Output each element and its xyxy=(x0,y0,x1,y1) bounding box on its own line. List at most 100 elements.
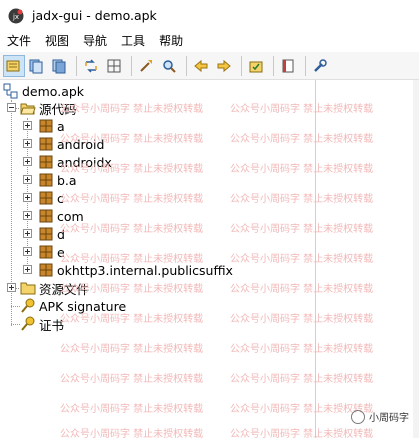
key-icon xyxy=(21,298,35,313)
package-label: com xyxy=(57,208,84,224)
vertical-scrollbar[interactable] xyxy=(413,80,419,438)
tree-connector xyxy=(11,306,20,307)
toolbar-separator xyxy=(186,55,187,76)
package-label: e xyxy=(57,244,65,260)
collapse-toggle[interactable] xyxy=(7,103,16,112)
source-folder-label: 源代码 xyxy=(39,101,77,117)
title-bar: jx jadx-gui - demo.apk xyxy=(0,0,419,31)
project-tree[interactable]: demo.apk 源代码 a android androidx b.a c com d e ok… xyxy=(0,80,316,438)
back-icon xyxy=(193,59,207,72)
tree-package[interactable]: android xyxy=(38,135,104,153)
tree-connector xyxy=(11,324,20,325)
expand-toggle[interactable] xyxy=(23,211,32,220)
package-label: d xyxy=(57,226,65,242)
svg-text:jx: jx xyxy=(12,13,19,21)
tree-certificate[interactable]: 证书 xyxy=(20,315,64,333)
folder-icon xyxy=(20,282,36,295)
deobfuscation-icon xyxy=(249,61,262,72)
toolbar-separator xyxy=(305,55,306,76)
menu-view[interactable]: 视图 xyxy=(38,31,76,52)
expand-toggle[interactable] xyxy=(23,265,32,274)
tree-source-folder[interactable]: 源代码 xyxy=(20,99,77,117)
save-all-icon xyxy=(52,59,65,73)
toolbar xyxy=(0,52,419,80)
package-icon xyxy=(39,155,53,169)
preferences-icon xyxy=(313,58,327,72)
search-text-button[interactable] xyxy=(136,55,158,77)
menu-bar: 文件 视图 导航 工具 帮助 xyxy=(0,31,419,52)
tree-root-apk[interactable]: demo.apk xyxy=(3,82,84,100)
tree-package[interactable]: b.a xyxy=(38,171,77,189)
package-label: a xyxy=(57,118,65,134)
tree-package[interactable]: a xyxy=(38,117,65,135)
expand-toggle[interactable] xyxy=(23,247,32,256)
tree-package[interactable]: androidx xyxy=(38,153,112,171)
expand-toggle[interactable] xyxy=(7,283,16,292)
search-text-icon xyxy=(139,59,152,72)
preferences-button[interactable] xyxy=(310,55,332,77)
package-label: okhttp3.internal.publicsuffix xyxy=(57,262,233,278)
open-file-button[interactable] xyxy=(26,55,48,77)
tree-connector xyxy=(11,100,12,326)
log-viewer-button[interactable] xyxy=(278,55,300,77)
certificate-label: 证书 xyxy=(39,317,65,333)
open-file-icon xyxy=(29,59,42,73)
watermark-account: 小周码字 xyxy=(369,413,409,424)
package-icon xyxy=(39,227,53,241)
menu-file[interactable]: 文件 xyxy=(0,31,38,52)
tree-apk-signature[interactable]: APK signature xyxy=(20,297,126,315)
package-label: androidx xyxy=(57,154,112,170)
toolbar-separator xyxy=(241,55,242,76)
find-class-icon xyxy=(162,59,176,73)
apk-root-icon xyxy=(3,83,18,99)
tree-package[interactable]: d xyxy=(38,225,65,243)
forward-icon xyxy=(217,59,231,72)
expand-toggle[interactable] xyxy=(23,121,32,130)
tree-package[interactable]: okhttp3.internal.publicsuffix xyxy=(38,261,233,279)
sync-tree-button[interactable] xyxy=(3,54,25,77)
expand-toggle[interactable] xyxy=(23,175,32,184)
editor-area xyxy=(317,80,419,438)
package-label: c xyxy=(57,190,64,206)
package-icon xyxy=(39,191,53,205)
menu-help[interactable]: 帮助 xyxy=(152,31,190,52)
package-icon xyxy=(39,245,53,259)
toolbar-separator xyxy=(273,55,274,76)
tree-package[interactable]: com xyxy=(38,207,84,225)
refresh-button[interactable] xyxy=(81,55,103,77)
forward-button[interactable] xyxy=(214,55,236,77)
package-icon xyxy=(39,119,53,133)
tree-package[interactable]: c xyxy=(38,189,64,207)
watermark-signature: 小周码字 xyxy=(351,409,409,424)
folder-open-icon xyxy=(20,103,36,115)
package-icon xyxy=(39,137,53,151)
deobfuscation-button[interactable] xyxy=(246,55,268,77)
flatten-packages-button[interactable] xyxy=(104,55,126,77)
flatten-packages-icon xyxy=(107,59,120,72)
expand-toggle[interactable] xyxy=(23,157,32,166)
package-icon xyxy=(39,209,53,223)
refresh-icon xyxy=(84,58,97,73)
wechat-logo-icon xyxy=(351,409,365,424)
menu-navigation[interactable]: 导航 xyxy=(76,31,114,52)
find-class-button[interactable] xyxy=(159,55,181,77)
resources-label: 资源文件 xyxy=(39,281,90,297)
back-button[interactable] xyxy=(191,55,213,77)
package-icon xyxy=(39,173,53,187)
menu-tools[interactable]: 工具 xyxy=(114,31,152,52)
jadx-app-icon: jx xyxy=(8,8,24,23)
toolbar-separator xyxy=(76,55,77,76)
package-label: b.a xyxy=(57,172,77,188)
package-icon xyxy=(39,263,53,277)
window-title: jadx-gui - demo.apk xyxy=(32,8,157,23)
tree-root-label: demo.apk xyxy=(22,83,85,99)
sync-tree-icon xyxy=(6,60,19,71)
tree-package[interactable]: e xyxy=(38,243,65,261)
key-icon xyxy=(21,316,35,331)
tree-resources-folder[interactable]: 资源文件 xyxy=(20,279,89,297)
package-label: android xyxy=(57,136,105,152)
expand-toggle[interactable] xyxy=(23,193,32,202)
save-all-button[interactable] xyxy=(49,55,71,77)
expand-toggle[interactable] xyxy=(23,139,32,148)
expand-toggle[interactable] xyxy=(23,229,32,238)
